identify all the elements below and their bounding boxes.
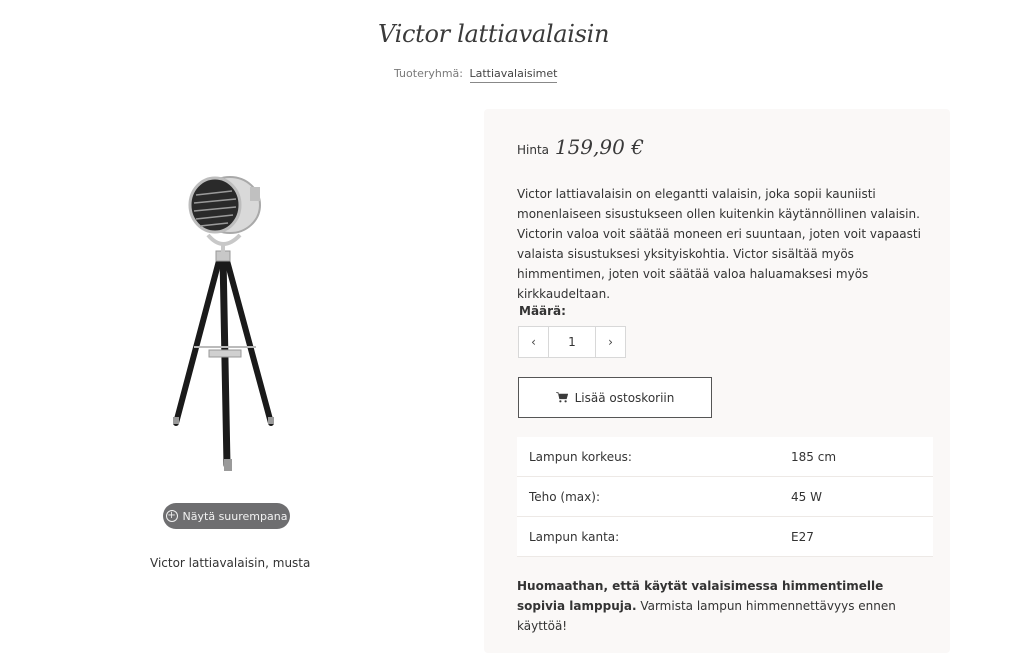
spec-value: 45 W [791,489,822,504]
quantity-input[interactable]: 1 [548,327,596,357]
spec-key: Teho (max): [529,489,600,504]
page-title: Victor lattiavalaisin [378,20,610,48]
price: Hinta 159,90 € [517,135,644,159]
spec-key: Lampun korkeus: [529,449,632,464]
show-larger-label: Näytä suurempana [182,509,288,523]
product-image[interactable] [130,165,320,485]
cart-icon [555,392,568,403]
quantity-stepper: ‹ 1 › [518,326,626,358]
spec-value: E27 [791,529,814,544]
quantity-increment-button[interactable]: › [596,327,625,357]
product-image-caption: Victor lattiavalaisin, musta [150,556,311,570]
spec-row: Lampun kanta: E27 [517,517,933,557]
quantity-label: Määrä: [519,304,566,318]
product-description: Victor lattiavalaisin on elegantti valai… [517,187,921,301]
spec-key: Lampun kanta: [529,529,620,544]
spec-value: 185 cm [791,449,837,464]
add-to-cart-label: Lisää ostoskoriin [574,390,675,405]
spec-table: Lampun korkeus: 185 cm Teho (max): 45 W … [517,437,933,557]
breadcrumb: Tuoteryhmä: Lattiavalaisimet [394,67,558,83]
spec-row: Lampun korkeus: 185 cm [517,437,933,477]
quantity-decrement-button[interactable]: ‹ [519,327,548,357]
show-larger-button[interactable]: + Näytä suurempana [163,503,290,529]
price-amount: 159,90 € [554,135,644,159]
dimmer-note: Huomaathan, että käytät valaisimessa him… [517,576,917,636]
breadcrumb-category-link[interactable]: Lattiavalaisimet [469,67,558,83]
zoom-plus-icon: + [165,510,178,522]
floor-lamp-image [173,176,274,471]
product-info-panel: Hinta 159,90 € Victor lattiavalaisin on … [484,109,950,653]
price-label: Hinta [517,143,550,157]
breadcrumb-label: Tuoteryhmä: [394,67,463,80]
add-to-cart-button[interactable]: Lisää ostoskoriin [518,377,712,418]
spec-row: Teho (max): 45 W [517,477,933,517]
